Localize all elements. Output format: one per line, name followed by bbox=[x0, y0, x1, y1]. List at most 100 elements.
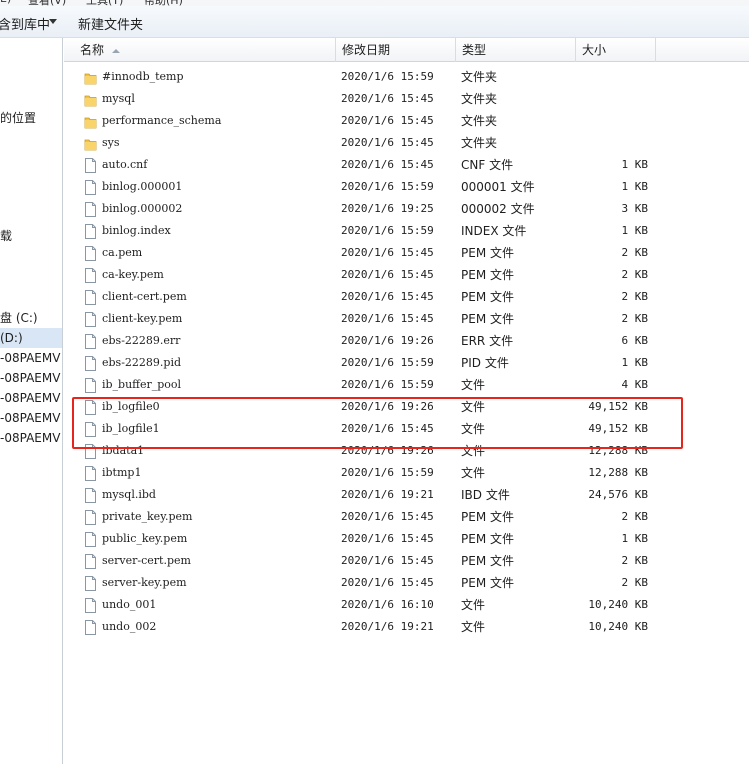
file-row[interactable]: #innodb_temp 2020/1/6 15:59 文件夹 bbox=[64, 66, 749, 88]
file-icon bbox=[84, 422, 97, 437]
file-row[interactable]: ibdata1 2020/1/6 19:26 文件 12,288 KB bbox=[64, 440, 749, 462]
file-icon bbox=[84, 268, 97, 283]
nav-item-downloads[interactable]: 载 bbox=[0, 226, 62, 246]
file-row[interactable]: private_key.pem 2020/1/6 15:45 PEM 文件 2 KB bbox=[64, 506, 749, 528]
file-row[interactable]: undo_002 2020/1/6 19:21 文件 10,240 KB bbox=[64, 616, 749, 638]
file-type: 文件 bbox=[461, 466, 486, 480]
file-icon bbox=[84, 180, 97, 195]
file-row[interactable]: server-cert.pem 2020/1/6 15:45 PEM 文件 2 KB bbox=[64, 550, 749, 572]
file-name: ibdata1 bbox=[102, 444, 145, 457]
file-row[interactable]: ib_logfile0 2020/1/6 19:26 文件 49,152 KB bbox=[64, 396, 749, 418]
file-type: 文件 bbox=[461, 422, 486, 436]
file-date: 2020/1/6 19:25 bbox=[341, 202, 434, 215]
file-row[interactable]: performance_schema 2020/1/6 15:45 文件夹 bbox=[64, 110, 749, 132]
file-name: mysql.ibd bbox=[102, 488, 156, 501]
file-type: PEM 文件 bbox=[461, 268, 514, 282]
file-row[interactable]: public_key.pem 2020/1/6 15:45 PEM 文件 1 KB bbox=[64, 528, 749, 550]
file-row[interactable]: auto.cnf 2020/1/6 15:45 CNF 文件 1 KB bbox=[64, 154, 749, 176]
file-icon bbox=[84, 488, 97, 503]
file-date: 2020/1/6 19:26 bbox=[341, 444, 434, 457]
file-date: 2020/1/6 19:26 bbox=[341, 334, 434, 347]
file-size: 2 KB bbox=[621, 312, 649, 325]
file-icon bbox=[84, 158, 97, 173]
file-type: PEM 文件 bbox=[461, 532, 514, 546]
file-icon-graphic bbox=[85, 334, 96, 349]
folder-icon bbox=[84, 114, 97, 129]
file-type: PEM 文件 bbox=[461, 246, 514, 260]
file-row[interactable]: mysql 2020/1/6 15:45 文件夹 bbox=[64, 88, 749, 110]
file-name: ib_buffer_pool bbox=[102, 378, 182, 391]
file-row[interactable]: undo_001 2020/1/6 16:10 文件 10,240 KB bbox=[64, 594, 749, 616]
file-name: public_key.pem bbox=[102, 532, 188, 545]
nav-item-network-2[interactable]: -08PAEMV 上 bbox=[0, 368, 62, 388]
file-date: 2020/1/6 15:45 bbox=[341, 290, 434, 303]
file-date: 2020/1/6 15:45 bbox=[341, 268, 434, 281]
new-folder-button[interactable]: 新建文件夹 bbox=[78, 14, 143, 33]
file-type: 文件夹 bbox=[461, 114, 498, 128]
file-row[interactable]: binlog.index 2020/1/6 15:59 INDEX 文件 1 KB bbox=[64, 220, 749, 242]
file-date: 2020/1/6 15:59 bbox=[341, 224, 434, 237]
file-icon bbox=[84, 444, 97, 459]
file-icon bbox=[84, 356, 97, 371]
file-icon-graphic bbox=[85, 400, 96, 415]
chevron-down-icon[interactable] bbox=[49, 19, 57, 24]
file-name: private_key.pem bbox=[102, 510, 193, 523]
file-icon-graphic bbox=[85, 158, 96, 173]
file-row[interactable]: ib_logfile1 2020/1/6 15:45 文件 49,152 KB bbox=[64, 418, 749, 440]
file-row[interactable]: ibtmp1 2020/1/6 15:59 文件 12,288 KB bbox=[64, 462, 749, 484]
file-row[interactable]: ib_buffer_pool 2020/1/6 15:59 文件 4 KB bbox=[64, 374, 749, 396]
file-size: 49,152 KB bbox=[588, 422, 648, 435]
column-header: 名称 修改日期 类型 大小 bbox=[64, 38, 749, 62]
file-row[interactable]: ebs-22289.pid 2020/1/6 15:59 PID 文件 1 KB bbox=[64, 352, 749, 374]
folder-icon-graphic bbox=[84, 139, 97, 151]
file-row[interactable]: ca-key.pem 2020/1/6 15:45 PEM 文件 2 KB bbox=[64, 264, 749, 286]
file-row[interactable]: client-key.pem 2020/1/6 15:45 PEM 文件 2 KB bbox=[64, 308, 749, 330]
column-header-name[interactable]: 名称 bbox=[64, 38, 336, 62]
file-icon bbox=[84, 290, 97, 305]
file-size: 49,152 KB bbox=[588, 400, 648, 413]
menu-item-edit[interactable]: E) bbox=[0, 0, 11, 5]
file-icon-graphic bbox=[85, 422, 96, 437]
file-row[interactable]: server-key.pem 2020/1/6 15:45 PEM 文件 2 KB bbox=[64, 572, 749, 594]
file-row[interactable]: sys 2020/1/6 15:45 文件夹 bbox=[64, 132, 749, 154]
file-icon-graphic bbox=[85, 290, 96, 305]
column-header-date[interactable]: 修改日期 bbox=[336, 38, 456, 62]
file-row[interactable]: ca.pem 2020/1/6 15:45 PEM 文件 2 KB bbox=[64, 242, 749, 264]
nav-item-network-4[interactable]: -08PAEMV 上 bbox=[0, 408, 62, 428]
nav-item-network-5[interactable]: -08PAEMV 上 bbox=[0, 428, 62, 448]
file-size: 1 KB bbox=[621, 158, 649, 171]
file-row[interactable]: mysql.ibd 2020/1/6 19:21 IBD 文件 24,576 KB bbox=[64, 484, 749, 506]
nav-item-drive-c[interactable]: 盘 (C:) bbox=[0, 308, 62, 328]
file-icon-graphic bbox=[85, 356, 96, 371]
file-icon bbox=[84, 224, 97, 239]
file-row[interactable]: ebs-22289.err 2020/1/6 19:26 ERR 文件 6 KB bbox=[64, 330, 749, 352]
file-name: #innodb_temp bbox=[102, 70, 184, 83]
file-size: 12,288 KB bbox=[588, 466, 648, 479]
file-icon bbox=[84, 400, 97, 415]
column-header-type[interactable]: 类型 bbox=[456, 38, 576, 62]
file-name: server-key.pem bbox=[102, 576, 187, 589]
nav-item-recent-places[interactable]: 的位置 bbox=[0, 108, 62, 128]
file-name: binlog.000001 bbox=[102, 180, 183, 193]
file-type: 文件 bbox=[461, 444, 486, 458]
column-header-size[interactable]: 大小 bbox=[576, 38, 656, 62]
file-icon-graphic bbox=[85, 444, 96, 459]
file-type: ERR 文件 bbox=[461, 334, 514, 348]
nav-item-network-3[interactable]: -08PAEMV 上 bbox=[0, 388, 62, 408]
file-name: binlog.index bbox=[102, 224, 171, 237]
file-type: PEM 文件 bbox=[461, 312, 514, 326]
file-type: INDEX 文件 bbox=[461, 224, 527, 238]
file-size: 4 KB bbox=[621, 378, 649, 391]
file-name: ebs-22289.err bbox=[102, 334, 181, 347]
file-row[interactable]: binlog.000001 2020/1/6 15:59 000001 文件 1 KB bbox=[64, 176, 749, 198]
file-type: 文件 bbox=[461, 620, 486, 634]
file-name: binlog.000002 bbox=[102, 202, 183, 215]
nav-item-network-1[interactable]: -08PAEMV 上 bbox=[0, 348, 62, 368]
nav-item-drive-d[interactable]: (D:) bbox=[0, 328, 62, 348]
file-icon bbox=[84, 334, 97, 349]
file-icon bbox=[84, 312, 97, 327]
file-date: 2020/1/6 15:45 bbox=[341, 422, 434, 435]
file-row[interactable]: client-cert.pem 2020/1/6 15:45 PEM 文件 2 KB bbox=[64, 286, 749, 308]
include-in-library-button[interactable]: 含到库中 bbox=[0, 14, 50, 33]
file-row[interactable]: binlog.000002 2020/1/6 19:25 000002 文件 3 KB bbox=[64, 198, 749, 220]
